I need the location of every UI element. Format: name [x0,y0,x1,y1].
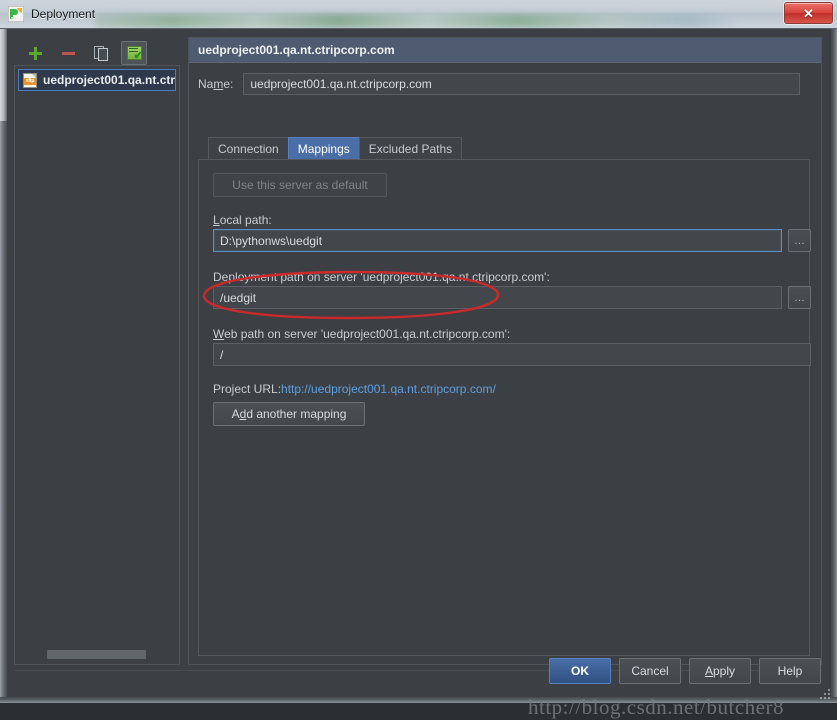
project-url-link[interactable]: http://uedproject001.qa.nt.ctripcorp.com… [281,382,496,396]
copy-icon [94,46,108,61]
local-path-label: Local path: [213,213,272,227]
minus-icon [61,51,75,55]
sftp-file-icon: sftp [23,72,37,88]
dialog-button-bar: OK Cancel Apply Help [549,658,821,684]
deployment-path-input[interactable]: /uedgit [213,286,782,309]
sftp-icon-label: sftp [24,77,36,85]
use-as-default-button[interactable]: ✔ [121,41,147,65]
panel-header-title: uedproject001.qa.nt.ctripcorp.com [198,43,395,57]
project-url-label: Project URL: [213,382,282,396]
list-item[interactable]: sftp uedproject001.qa.nt.ctr [18,69,176,91]
name-input[interactable]: uedproject001.qa.nt.ctripcorp.com [243,73,801,95]
web-path-label: Web path on server 'uedproject001.qa.nt.… [213,327,511,341]
window-border-left [0,29,7,703]
name-field-row: Name: uedproject001.qa.nt.ctripcorp.com [198,72,810,96]
plus-icon [28,46,42,60]
sidebar-toolbar: ✔ [22,41,147,65]
list-item-label: uedproject001.qa.nt.ctr [43,73,176,87]
titlebar-title-group: Deployment [7,4,105,24]
mappings-tab-content: Use this server as default Local path: D… [198,159,811,656]
server-settings-panel: uedproject001.qa.nt.ctripcorp.com Name: … [188,37,822,665]
window-titlebar: Deployment ✕ [0,0,837,28]
deployment-path-browse-button[interactable]: … [788,286,811,309]
tab-excluded-paths[interactable]: Excluded Paths [358,137,463,160]
use-this-server-as-default-button[interactable]: Use this server as default [213,173,387,197]
server-sidebar: ✔ sftp uedproject001.qa.nt.ctr [14,37,180,665]
window-border-right [831,29,837,703]
tab-mappings[interactable]: Mappings [287,137,360,160]
local-path-browse-button[interactable]: … [788,229,811,252]
window-border-bottom [0,697,837,703]
apply-button[interactable]: Apply [689,658,751,684]
dialog-body: ✔ sftp uedproject001.qa.nt.ctr uedprojec… [0,28,837,719]
name-label: Name: [198,77,234,91]
close-window-button[interactable]: ✕ [784,2,833,24]
settings-tabs: Connection Mappings Excluded Paths [208,137,463,160]
remove-server-button[interactable] [55,41,81,65]
local-path-input[interactable]: D:\pythonws\uedgit [213,229,782,252]
deployment-dialog-window: Deployment ✕ ✔ sftp uedproject001.qa.nt.… [0,0,837,719]
set-default-icon: ✔ [126,46,143,62]
sidebar-scrollbar-thumb[interactable] [47,650,146,659]
panel-header: uedproject001.qa.nt.ctripcorp.com [189,38,821,63]
add-another-mapping-button[interactable]: Add another mapping [213,402,365,426]
tab-connection[interactable]: Connection [208,137,289,160]
resize-grip[interactable] [820,686,830,699]
project-url-row: Project URL:http://uedproject001.qa.nt.c… [213,382,496,396]
copy-server-button[interactable] [88,41,114,65]
help-button[interactable]: Help [759,658,821,684]
cancel-button[interactable]: Cancel [619,658,681,684]
deployment-path-label: Deployment path on server 'uedproject001… [213,270,550,284]
web-path-input[interactable]: / [213,343,811,366]
window-title: Deployment [31,7,96,21]
close-icon: ✕ [803,5,814,21]
aero-blur-backdrop [95,14,735,28]
add-server-button[interactable] [22,41,48,65]
server-list[interactable]: sftp uedproject001.qa.nt.ctr [14,65,180,665]
pycharm-logo-icon [7,5,25,23]
sidebar-horizontal-scrollbar[interactable] [19,648,176,660]
ok-button[interactable]: OK [549,658,611,684]
